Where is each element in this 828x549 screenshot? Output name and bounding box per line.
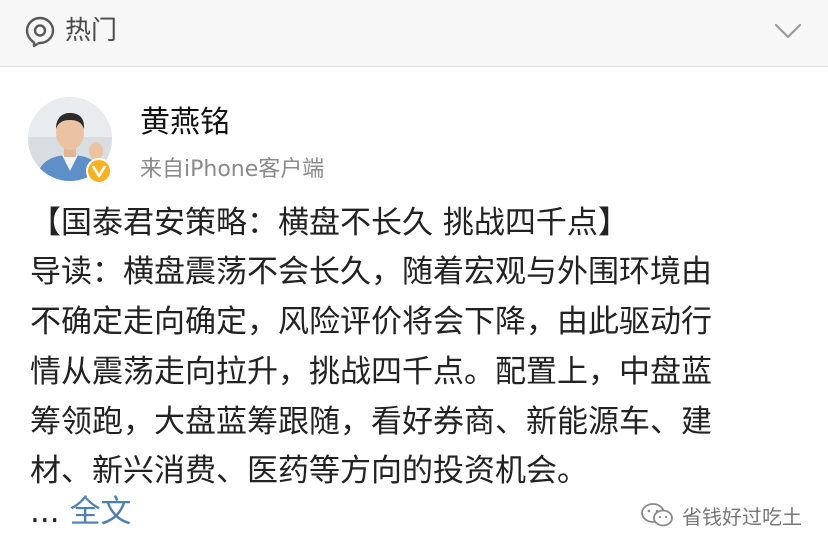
weibo-post-screen: 热门 黄燕铭 来自iPhone客户端 【国泰君安策略：横盘不长久 挑战四千点】 bbox=[0, 0, 828, 549]
ellipsis: ... bbox=[30, 494, 60, 530]
post-text-line: 【国泰君安策略：横盘不长久 挑战四千点】 bbox=[30, 205, 629, 241]
full-text-link[interactable]: 全文 bbox=[70, 494, 132, 530]
post-text-line: 筹领跑，大盘蓝筹跟随，看好券商、新能源车、建 bbox=[30, 404, 712, 440]
hot-tab-label[interactable]: 热门 bbox=[65, 14, 117, 48]
wechat-icon bbox=[641, 503, 673, 527]
post-text-line: 导读：横盘震荡不会长久，随着宏观与外围环境由 bbox=[30, 254, 712, 290]
watermark-text: 省钱好过吃土 bbox=[682, 504, 802, 529]
verified-badge-icon bbox=[86, 158, 112, 184]
chevron-down-icon[interactable] bbox=[774, 20, 802, 42]
watermark: 省钱好过吃土 bbox=[640, 500, 802, 530]
read-more-row: ... 全文 bbox=[30, 492, 132, 532]
post-source: 来自iPhone客户端 bbox=[140, 157, 325, 182]
hot-location-icon bbox=[25, 16, 55, 48]
top-bar: 热门 bbox=[0, 0, 828, 67]
post-text-line: 材、新兴消费、医药等方向的投资机会。 bbox=[30, 453, 588, 489]
post-text-line: 情从震荡走向拉升，挑战四千点。配置上，中盘蓝 bbox=[30, 354, 712, 390]
author-name[interactable]: 黄燕铭 bbox=[140, 103, 230, 143]
post-text-line: 不确定走向确定，风险评价将会下降，由此驱动行 bbox=[30, 304, 712, 340]
